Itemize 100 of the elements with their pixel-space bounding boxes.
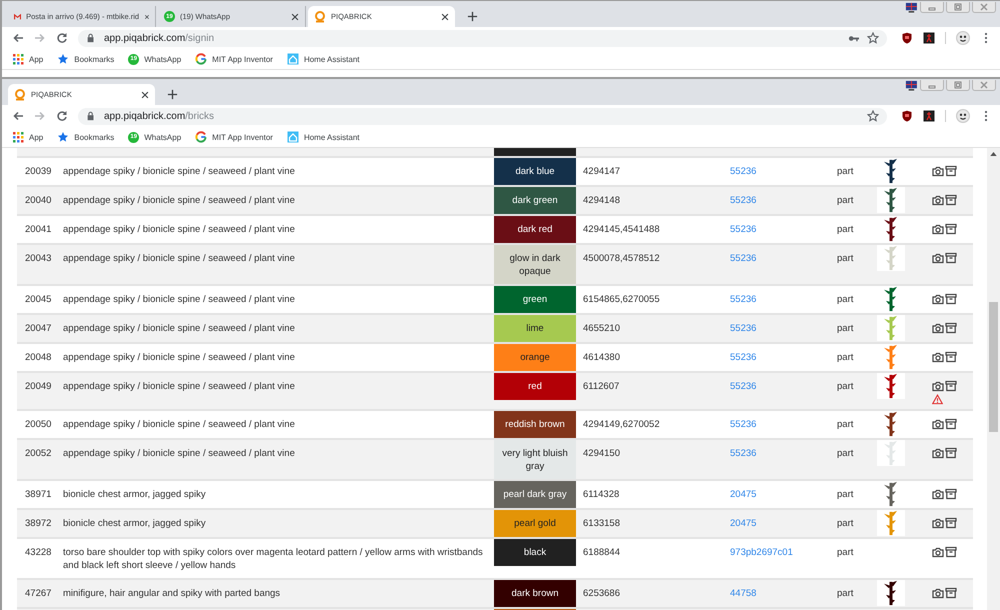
archive-icon[interactable] (945, 418, 957, 430)
table-cell-text: minifigure, hair angular and spiky with parted bangs (63, 587, 282, 601)
camera-icon[interactable] (932, 380, 944, 392)
camera-icon[interactable] (932, 546, 944, 558)
table-cell-text: part (837, 517, 854, 531)
camera-icon[interactable] (932, 447, 944, 459)
shield-icon[interactable] (901, 32, 913, 44)
design-link[interactable]: 973pb2697c01 (730, 547, 793, 558)
scrollbar[interactable] (987, 148, 1000, 610)
back-icon[interactable] (12, 32, 24, 44)
camera-icon[interactable] (932, 351, 944, 363)
table-cell-text: part (837, 322, 854, 336)
maximize-button[interactable] (946, 80, 970, 91)
camera-icon[interactable] (932, 517, 944, 529)
reload-icon[interactable] (56, 110, 68, 122)
table-cell-text: 6112607 (582, 380, 620, 394)
table-cell-text: 47267 (24, 587, 52, 601)
archive-icon[interactable] (945, 447, 957, 459)
archive-icon[interactable] (945, 293, 957, 305)
design-link[interactable]: 55236 (730, 352, 756, 363)
design-link[interactable]: 55236 (730, 294, 756, 305)
table-cell-text: part (837, 223, 854, 237)
archive-icon[interactable] (945, 488, 957, 500)
address-bar[interactable]: app.piqabrick.com/bricks (78, 108, 887, 124)
archive-icon[interactable] (945, 351, 957, 363)
color-label: green (494, 286, 576, 313)
table-cell-text: 4655210 (582, 322, 621, 336)
bookmark[interactable]: App (12, 131, 44, 143)
table-cell-text: 4294145,4541488 (582, 223, 661, 237)
address-bar[interactable]: app.piqabrick.com/signin (78, 30, 887, 46)
figure-icon[interactable] (923, 32, 935, 44)
camera-icon[interactable] (932, 194, 944, 206)
star-icon[interactable] (867, 110, 879, 122)
archive-icon[interactable] (945, 322, 957, 334)
scroll-thumb[interactable] (989, 302, 998, 432)
table-cell-text: 6133158 (582, 517, 621, 531)
table-cell-text: 4614380 (582, 351, 621, 365)
bookmark[interactable]: Home Assistant (286, 53, 360, 65)
bookmark[interactable]: App (12, 53, 44, 65)
camera-icon[interactable] (932, 418, 944, 430)
table-cell-text: 20041 (24, 223, 52, 237)
bookmark[interactable]: Bookmarks (57, 131, 114, 143)
apps-icon (12, 131, 24, 143)
close-icon[interactable] (440, 12, 450, 22)
camera-icon[interactable] (932, 587, 944, 599)
color-label: dark blue (494, 158, 576, 185)
table-cell-text: 43228 (24, 546, 52, 560)
avatar-icon[interactable] (956, 109, 970, 123)
design-link[interactable]: 55236 (730, 224, 756, 235)
camera-icon[interactable] (932, 322, 944, 334)
archive-icon[interactable] (945, 165, 957, 177)
monitor-icon[interactable] (905, 80, 918, 91)
table-cell-text: part (837, 293, 854, 307)
table-cell-text: appendage spiky / bionicle spine / seaweed / plant vine (63, 165, 296, 179)
bookmark[interactable]: Home Assistant (286, 131, 360, 143)
close-icon[interactable] (290, 12, 300, 22)
plus-icon[interactable] (167, 89, 178, 100)
table-cell-text: appendage spiky / bionicle spine / seaweed / plant vine (63, 252, 296, 266)
color-label: reddish brown (494, 411, 576, 438)
archive-icon[interactable] (945, 223, 957, 235)
avatar-icon[interactable] (956, 31, 970, 45)
archive-icon[interactable] (945, 546, 957, 558)
table-cell-text: appendage spiky / bionicle spine / seaweed / plant vine (63, 322, 296, 336)
bookmark[interactable]: MIT App Inventor (195, 131, 273, 143)
design-link[interactable]: 20475 (730, 489, 756, 500)
shield-icon[interactable] (901, 110, 913, 122)
table-cell-text: torso bare shoulder top with spiky colors over magenta leotard pattern / yellow arms with wristbands and black left short sleeve / yellow hands (63, 546, 484, 573)
archive-icon[interactable] (945, 252, 957, 264)
archive-icon[interactable] (945, 194, 957, 206)
camera-icon[interactable] (932, 488, 944, 500)
camera-icon[interactable] (932, 165, 944, 177)
table-cell-text: appendage spiky / bionicle spine / seaweed / plant vine (63, 447, 296, 461)
color-label: glow in dark opaque (494, 245, 576, 284)
close-icon[interactable] (140, 90, 150, 100)
color-label: orange (494, 344, 576, 371)
back-icon[interactable] (12, 110, 24, 122)
table-cell-text: appendage spiky / bionicle spine / seaweed / plant vine (63, 223, 296, 237)
design-link[interactable]: 55236 (730, 419, 756, 430)
bookmark[interactable]: Bookmarks (57, 53, 114, 65)
plus-icon[interactable] (467, 11, 478, 22)
g-logo-icon (195, 131, 208, 143)
camera-icon[interactable] (932, 223, 944, 235)
table-cell-text: bionicle chest armor, jagged spiky (63, 488, 207, 502)
camera-icon[interactable] (932, 293, 944, 305)
color-label: dark brown (494, 580, 576, 607)
camera-icon[interactable] (932, 252, 944, 264)
table-cell-text: 20047 (24, 322, 52, 336)
archive-icon[interactable] (945, 587, 957, 599)
color-label: pearl gold (494, 510, 576, 537)
archive-icon[interactable] (945, 380, 957, 392)
star-icon[interactable] (867, 32, 879, 44)
reload-icon[interactable] (56, 32, 68, 44)
table-cell-text: 38971 (24, 488, 52, 502)
design-link[interactable]: 55236 (730, 166, 756, 177)
monitor-icon[interactable] (905, 2, 918, 13)
table-cell-text: 6114328 (582, 488, 620, 502)
figure-icon[interactable] (923, 110, 935, 122)
maximize-button[interactable] (946, 2, 970, 13)
archive-icon[interactable] (945, 517, 957, 529)
bookmark[interactable]: MIT App Inventor (195, 53, 273, 65)
